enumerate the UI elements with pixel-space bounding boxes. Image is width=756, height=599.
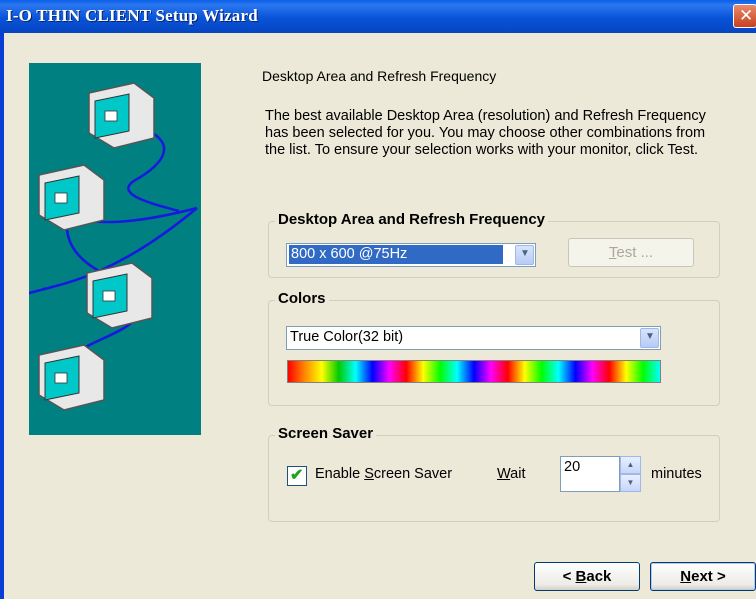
minutes-label: minutes (651, 466, 702, 482)
chevron-down-icon: ▼ (645, 331, 655, 342)
close-icon: ✕ (739, 6, 754, 26)
next-mnemonic: N (680, 568, 692, 585)
next-button[interactable]: Next > (650, 562, 756, 591)
resolution-dropdown-button[interactable]: ▼ (515, 245, 534, 265)
monitors-graphic (28, 82, 198, 411)
chevron-down-icon: ▼ (520, 248, 530, 259)
colors-legend: Colors (275, 290, 329, 307)
enable-screen-saver-label[interactable]: Enable Screen Saver (315, 466, 452, 482)
enable-mnemonic: S (364, 466, 374, 482)
back-button[interactable]: < Back (534, 562, 640, 591)
spin-up-icon[interactable]: ▲ (620, 456, 641, 474)
colors-dropdown-button[interactable]: ▼ (640, 328, 659, 348)
resolution-dropdown[interactable]: 800 x 600 @75Hz ▼ (286, 243, 536, 267)
test-button[interactable]: Test ... (568, 238, 694, 267)
test-label: est ... (616, 244, 654, 261)
enable-label-post: creen Saver (373, 466, 453, 482)
screen-saver-legend: Screen Saver (275, 425, 377, 442)
enable-label-pre: Enable (315, 466, 365, 482)
monitor-icon (86, 262, 153, 329)
desktop-area-legend: Desktop Area and Refresh Frequency (275, 211, 549, 228)
back-mnemonic: B (575, 568, 587, 585)
monitor-icon (38, 344, 105, 411)
wait-label-rest: ait (510, 466, 526, 482)
wait-label: Wait (497, 466, 525, 482)
monitor-icon (88, 82, 155, 149)
monitor-icon (38, 164, 105, 231)
page-heading: Desktop Area and Refresh Frequency (262, 68, 497, 84)
title-bar: I-O THIN CLIENT Setup Wizard ✕ (0, 0, 756, 33)
colors-group: Colors (268, 290, 720, 406)
setup-wizard-window: I-O THIN CLIENT Setup Wizard ✕ Desktop A… (0, 0, 756, 599)
wait-minutes-input[interactable]: 20 (560, 456, 620, 492)
colors-dropdown[interactable]: True Color(32 bit) ▼ (286, 326, 661, 350)
color-spectrum-preview (287, 360, 661, 383)
enable-screen-saver-checkbox[interactable]: ✔ (287, 466, 307, 486)
checkmark-icon: ✔ (290, 467, 304, 484)
window-title: I-O THIN CLIENT Setup Wizard (6, 6, 258, 25)
wait-mnemonic: W (497, 466, 511, 482)
close-button[interactable]: ✕ (733, 4, 756, 28)
next-label-rest: ext > (691, 568, 726, 585)
back-label-pre: < (562, 568, 576, 585)
resolution-value: 800 x 600 @75Hz (289, 245, 503, 264)
wait-minutes-spinner[interactable]: 20 ▲ ▼ (560, 456, 641, 492)
spin-down-icon[interactable]: ▼ (620, 474, 641, 492)
colors-value: True Color(32 bit) (290, 329, 404, 345)
monitor-network-illustration (28, 63, 201, 435)
back-label-rest: ack (586, 568, 612, 585)
window-frame-left (0, 33, 4, 599)
intro-text: The best available Desktop Area (resolut… (265, 108, 706, 158)
